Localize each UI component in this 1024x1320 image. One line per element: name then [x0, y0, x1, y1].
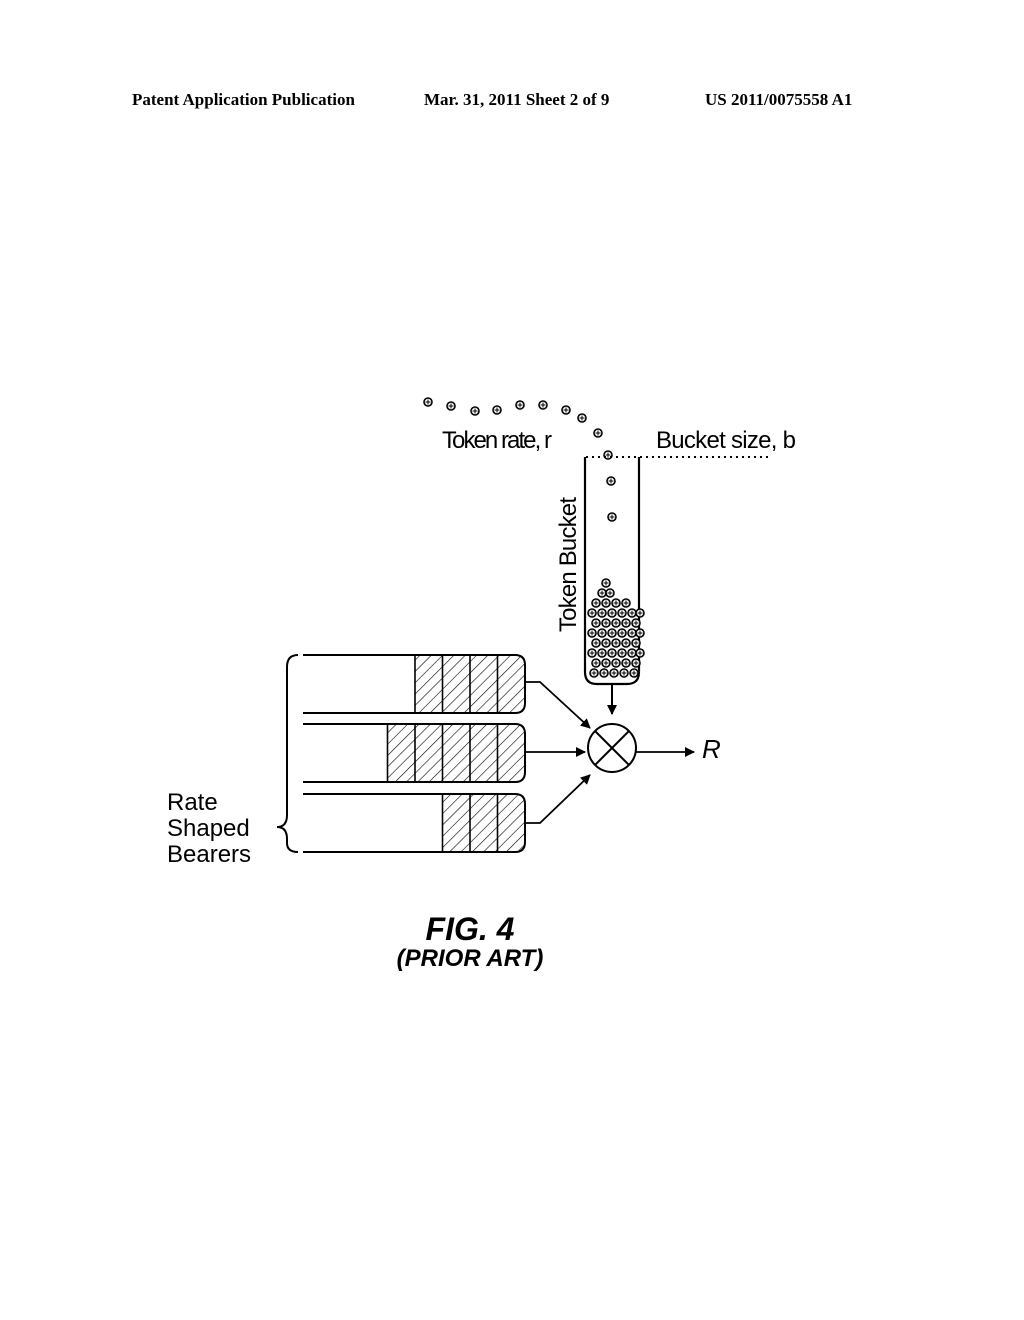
queue-arrow-1	[525, 681, 591, 729]
token	[589, 668, 599, 678]
token	[591, 658, 601, 668]
figure-caption: FIG. 4	[426, 911, 515, 947]
token	[617, 608, 627, 618]
token	[597, 648, 607, 658]
token	[621, 638, 631, 648]
token	[611, 638, 621, 648]
bearers-brace	[276, 654, 299, 853]
token	[591, 598, 601, 608]
combiner-icon	[587, 723, 637, 773]
token	[607, 648, 617, 658]
token	[627, 628, 637, 638]
bearers-label-line2: Shaped	[167, 815, 250, 842]
token	[597, 608, 607, 618]
token	[601, 658, 611, 668]
token	[631, 658, 641, 668]
token	[601, 618, 611, 628]
token	[621, 618, 631, 628]
token	[597, 628, 607, 638]
token	[601, 578, 611, 588]
token-bucket-label: Token Bucket	[555, 497, 582, 632]
bearer-queue	[303, 654, 526, 714]
token	[587, 608, 597, 618]
token-rate-label: Token rate, r	[442, 427, 552, 454]
token	[627, 608, 637, 618]
token	[621, 598, 631, 608]
token	[607, 608, 617, 618]
token	[587, 628, 597, 638]
token	[635, 608, 645, 618]
token	[591, 618, 601, 628]
token	[605, 588, 615, 598]
token	[631, 638, 641, 648]
token	[611, 618, 621, 628]
token	[611, 658, 621, 668]
token	[617, 648, 627, 658]
token	[601, 638, 611, 648]
token	[599, 668, 609, 678]
token	[609, 668, 619, 678]
token	[635, 628, 645, 638]
bearers-label-line3: Bearers	[167, 841, 251, 868]
bucket-tokens	[587, 578, 645, 678]
bearer-queue	[303, 793, 526, 853]
output-label: R	[702, 734, 721, 764]
token	[627, 648, 637, 658]
bearer-queue	[303, 723, 526, 783]
token	[587, 648, 597, 658]
token	[631, 618, 641, 628]
token	[591, 638, 601, 648]
queue-arrow-3	[525, 774, 591, 824]
token	[617, 628, 627, 638]
figure-4-diagram: Token rate, r Bucket size, b Token Bucke…	[167, 397, 796, 972]
falling-tokens	[423, 397, 617, 522]
token	[619, 668, 629, 678]
bucket-size-label: Bucket size, b	[656, 427, 796, 454]
bearers-label-line1: Rate	[167, 789, 218, 816]
token	[611, 598, 621, 608]
token	[635, 648, 645, 658]
token	[607, 628, 617, 638]
bearer-queues	[303, 654, 526, 853]
token	[629, 668, 639, 678]
token	[621, 658, 631, 668]
token	[597, 588, 607, 598]
figure-subcaption: (PRIOR ART)	[397, 945, 544, 972]
token	[601, 598, 611, 608]
